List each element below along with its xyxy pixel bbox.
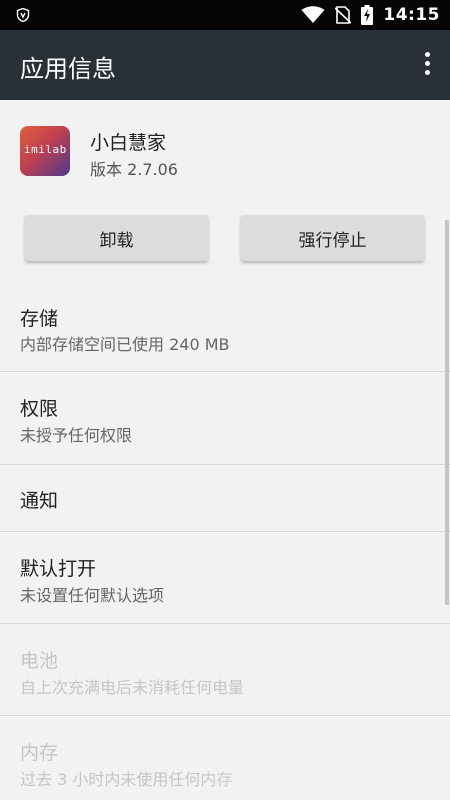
force-stop-button[interactable]: 强行停止 (241, 215, 424, 261)
storage-title: 存储 (20, 308, 59, 330)
storage-item[interactable]: 存储 内部存储空间已使用 240 MB (0, 285, 450, 372)
app-icon: imilab (20, 126, 70, 176)
battery-title: 电池 (20, 650, 59, 672)
permissions-subtitle: 未授予任何权限 (20, 426, 133, 445)
memory-title: 内存 (20, 742, 59, 764)
open-by-default-item[interactable]: 默认打开 未设置任何默认选项 (0, 532, 450, 623)
uninstall-button[interactable]: 卸载 (25, 215, 208, 261)
notifications-item[interactable]: 通知 (0, 465, 450, 531)
page-title: 应用信息 (20, 55, 116, 83)
no-sim-icon (335, 6, 352, 24)
permissions-title: 权限 (20, 398, 59, 420)
more-vert-icon[interactable] (420, 52, 434, 78)
status-bar: 14:15 (0, 0, 450, 30)
app-info-content: imilab 小白慧家 版本 2.7.06 卸载 强行停止 存储 内部存储空间已… (0, 100, 450, 800)
app-bar: 应用信息 (0, 30, 450, 100)
app-header: imilab 小白慧家 版本 2.7.06 (20, 126, 420, 179)
storage-subtitle: 内部存储空间已使用 240 MB (20, 335, 230, 354)
clock: 14:15 (383, 5, 440, 25)
shield-icon (16, 8, 30, 22)
app-name: 小白慧家 (90, 132, 167, 154)
notifications-title: 通知 (20, 490, 59, 512)
permissions-item[interactable]: 权限 未授予任何权限 (0, 372, 450, 464)
wifi-icon (301, 6, 325, 23)
open-by-default-title: 默认打开 (20, 558, 97, 580)
scrollbar[interactable] (445, 220, 449, 605)
battery-item: 电池 自上次充满电后未消耗任何电量 (0, 624, 450, 715)
bottom-fade (200, 730, 450, 800)
open-by-default-subtitle: 未设置任何默认选项 (20, 586, 165, 605)
app-version: 版本 2.7.06 (90, 160, 178, 179)
battery-charging-icon (361, 5, 374, 25)
battery-subtitle: 自上次充满电后未消耗任何电量 (20, 678, 245, 697)
app-icon-text: imilab (24, 143, 67, 156)
